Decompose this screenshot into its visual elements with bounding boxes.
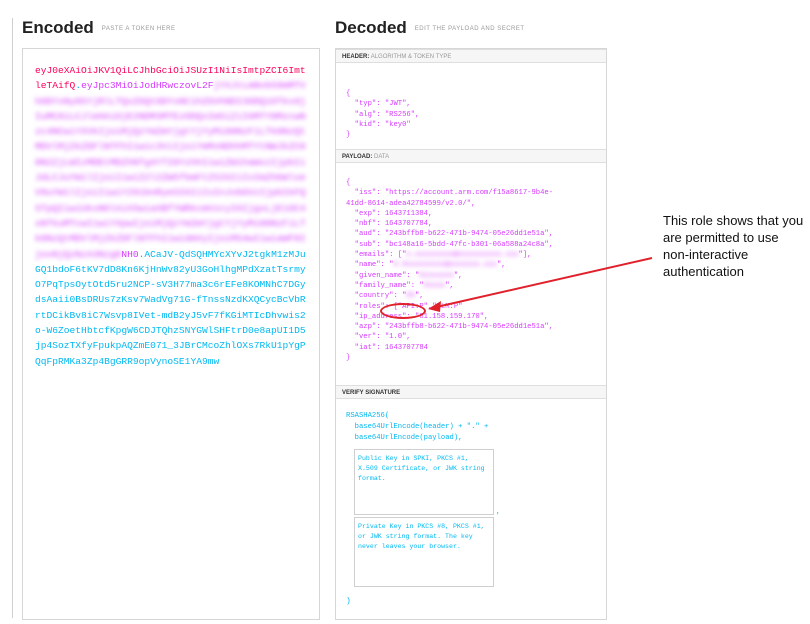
payload-section-title: PAYLOAD: DATA [336, 149, 606, 163]
token-payload-redacted: jYXJtLmNvbS9mMTVhODYxNy05YjRlLTQxZGQtODY… [35, 80, 306, 260]
payload-json-line: "sub": "bc148a16-5bdd-47fc-b301-06a588a2… [346, 240, 554, 249]
payload-json-line: "country": "XX", [346, 292, 424, 301]
header-json-line: } [346, 131, 351, 140]
verify-line: RSASHA256( [346, 412, 390, 420]
encoded-token-textarea[interactable]: eyJ0eXAiOiJKV1QiLCJhbGciOiJSUzI1NiIsImtp… [22, 48, 320, 620]
payload-json-line: { [346, 179, 351, 187]
redacted-value: Xxxxx [423, 281, 446, 290]
payload-json-line: "emails": ["x.xxxxxxxxx@xxxxxxxxxx.xxx"]… [346, 251, 532, 260]
payload-json-line: "azp": "243bffb8-b622-471b-9474-05e26dd1… [346, 323, 554, 332]
payload-json-line: 41dd-8614-adea42784599/v2.0/", [346, 199, 476, 208]
redacted-value: Xxxxxxxx [419, 271, 454, 280]
redacted-value: X.Xxxxxxxxxx@xxxxxxx.xxx [393, 261, 497, 270]
payload-json-line: "exp": 1643711384, [346, 209, 433, 218]
payload-json-line: "name": "X.Xxxxxxxxxx@xxxxxxx.xxx", [346, 261, 506, 270]
token-signature-part: ACaJV-QdSQHMYcXYvJ2tgkM1zMJuGQ1bdoF6tKV7… [35, 248, 306, 367]
payload-json-editor[interactable]: { "iss": "https://account.arm.com/f15a86… [346, 178, 553, 363]
token-payload-start: eyJpc3MiOiJodHRwczovL2F [81, 80, 214, 92]
redacted-value: XX [406, 292, 416, 301]
payload-json-line: "family_name": "Xxxxx", [346, 281, 454, 290]
left-divider [12, 18, 13, 618]
encoded-token-text[interactable]: eyJ0eXAiOiJKV1QiLCJhbGciOiJSUzI1NiIsImtp… [35, 63, 307, 369]
payload-json-line: "iat": 1643707784 [346, 343, 428, 352]
decoded-title: Decoded EDIT THE PAYLOAD AND SECRET [335, 18, 525, 37]
encoded-title: Encoded PASTE A TOKEN HERE [22, 18, 176, 37]
payload-json-line: "iss": "https://account.arm.com/f15a8617… [346, 189, 554, 198]
private-key-input[interactable]: Private Key in PKCS #8, PKCS #1, or JWK … [354, 517, 494, 587]
header-json-line: "typ": "JWT", [346, 100, 411, 109]
public-key-input[interactable]: Public Key in SPKI, PKCS #1, X.509 Certi… [354, 449, 494, 515]
token-payload-end: NH0 [121, 248, 139, 260]
payload-json-line: "given_name": "Xxxxxxxx", [346, 271, 463, 280]
redacted-value: x.xxxxxxxxx@xxxxxxxxxx.xxx [406, 251, 519, 260]
verify-line: base64UrlEncode(header) + "." + [346, 423, 489, 431]
decoded-panel: HEADER: ALGORITHM & TOKEN TYPE { "typ": … [335, 48, 607, 620]
header-json-line: "alg": "RS256", [346, 110, 420, 119]
verify-closing-paren: ) [346, 597, 351, 606]
payload-json-line: "ver": "1.0", [346, 333, 411, 342]
verify-line: base64UrlEncode(payload), [346, 434, 463, 442]
roles-highlight-circle [380, 303, 426, 319]
verify-signature-code: RSASHA256( base64UrlEncode(header) + "."… [346, 411, 488, 444]
decoded-subtitle: EDIT THE PAYLOAD AND SECRET [414, 25, 525, 32]
header-json-line: "kid": "key0" [346, 120, 411, 129]
payload-json-line: } [346, 354, 351, 363]
header-json-editor[interactable]: { "typ": "JWT", "alg": "RS256", "kid": "… [346, 89, 419, 140]
verify-signature-title: VERIFY SIGNATURE [336, 385, 606, 399]
payload-json-line: "nbf": 1643707784, [346, 220, 433, 229]
verify-comma: , [496, 508, 501, 516]
header-section-title: HEADER: ALGORITHM & TOKEN TYPE [336, 49, 606, 63]
header-json-line: { [346, 90, 351, 98]
encoded-subtitle: PASTE A TOKEN HERE [101, 25, 176, 32]
payload-json-line: "aud": "243bffb8-b622-471b-9474-05e26dd1… [346, 230, 554, 239]
payload-json-line: "roles": ["API:P","RLM:P" [346, 302, 463, 311]
payload-json-line: "ip_address": "81.158.159.170", [346, 312, 489, 321]
annotation-text: This role shows that you are permitted t… [663, 213, 804, 279]
